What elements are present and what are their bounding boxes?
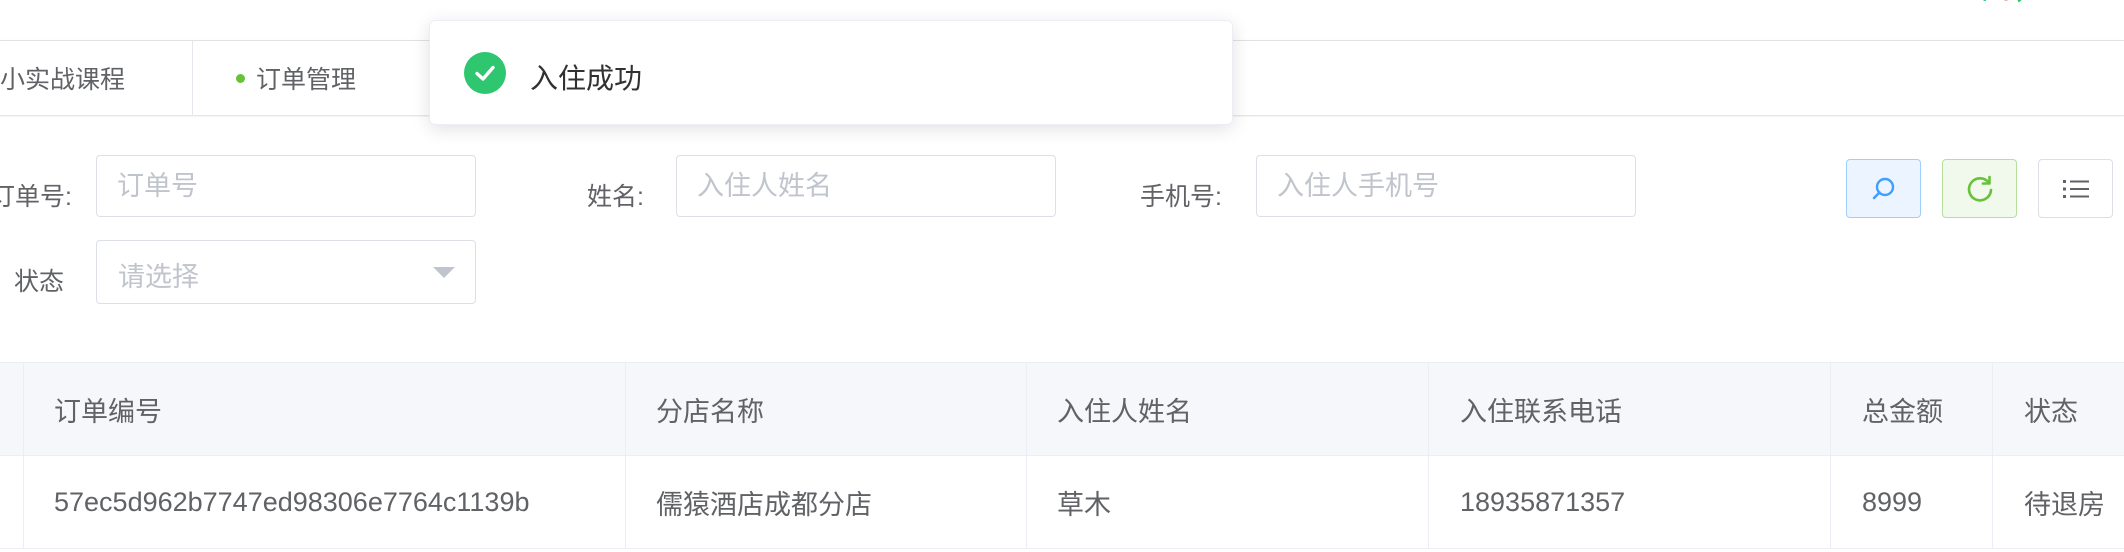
order-no-label: 订单号: (0, 183, 72, 211)
phone-cell: 18935871357 (1429, 456, 1831, 548)
guest-name-input[interactable] (676, 155, 1056, 217)
status-select[interactable]: 请选择 (96, 240, 476, 304)
column-header[interactable]: 总金额 (1831, 363, 1993, 455)
refresh-icon (1967, 175, 1992, 202)
status-cell: 待退房 (2024, 489, 2105, 520)
order-table: 订单编号 分店名称 入住人姓名 入住联系电话 总金额 状态 57ec5d962b… (0, 362, 2124, 549)
message-text: 入住成功 (530, 63, 643, 94)
name-label: 姓名: (587, 183, 644, 211)
guest-name-cell: 草木 (1027, 456, 1429, 548)
caret-down-icon (433, 267, 455, 278)
user-avatar[interactable] (1976, 0, 2032, 10)
active-dot-icon (236, 74, 245, 83)
tab-order-management[interactable]: 订单管理 (194, 41, 466, 115)
search-icon (1872, 177, 1894, 199)
column-header[interactable]: 分店名称 (626, 363, 1027, 455)
refresh-button[interactable] (1942, 159, 2017, 218)
success-message: 入住成功 (429, 20, 1233, 125)
total-amount-cell: 8999 (1831, 456, 1993, 548)
check-circle-icon (464, 52, 506, 94)
search-button[interactable] (1846, 159, 1921, 218)
tab-label: 小实战课程 (0, 66, 126, 94)
column-header[interactable]: 入住人姓名 (1027, 363, 1429, 455)
column-header[interactable]: 状态 (1993, 363, 2124, 455)
column-header[interactable]: 入住联系电话 (1429, 363, 1831, 455)
order-id-cell: 57ec5d962b7747ed98306e7764c1139b (24, 456, 626, 548)
header-icon-fragment[interactable] (1862, 0, 1894, 6)
table-row[interactable]: 57ec5d962b7747ed98306e7764c1139b 儒猿酒店成都分… (0, 456, 2124, 549)
status-placeholder: 请选择 (118, 262, 199, 292)
selection-cell (0, 456, 24, 548)
branch-name-cell: 儒猿酒店成都分店 (626, 456, 1027, 548)
search-form: 订单号: 姓名: 手机号: 状态 请选择 (0, 117, 2124, 362)
column-settings-button[interactable] (2038, 159, 2113, 218)
table-header-row: 订单编号 分店名称 入住人姓名 入住联系电话 总金额 状态 (0, 363, 2124, 456)
order-no-input[interactable] (96, 155, 476, 217)
tab-course[interactable]: 小实战课程 (0, 41, 193, 115)
tab-label: 订单管理 (256, 66, 357, 94)
selection-column (0, 363, 24, 455)
phone-input[interactable] (1256, 155, 1636, 217)
phone-label: 手机号: (1140, 183, 1222, 211)
column-header[interactable]: 订单编号 (24, 363, 626, 455)
status-label: 状态 (14, 268, 65, 296)
list-icon (2062, 179, 2089, 198)
